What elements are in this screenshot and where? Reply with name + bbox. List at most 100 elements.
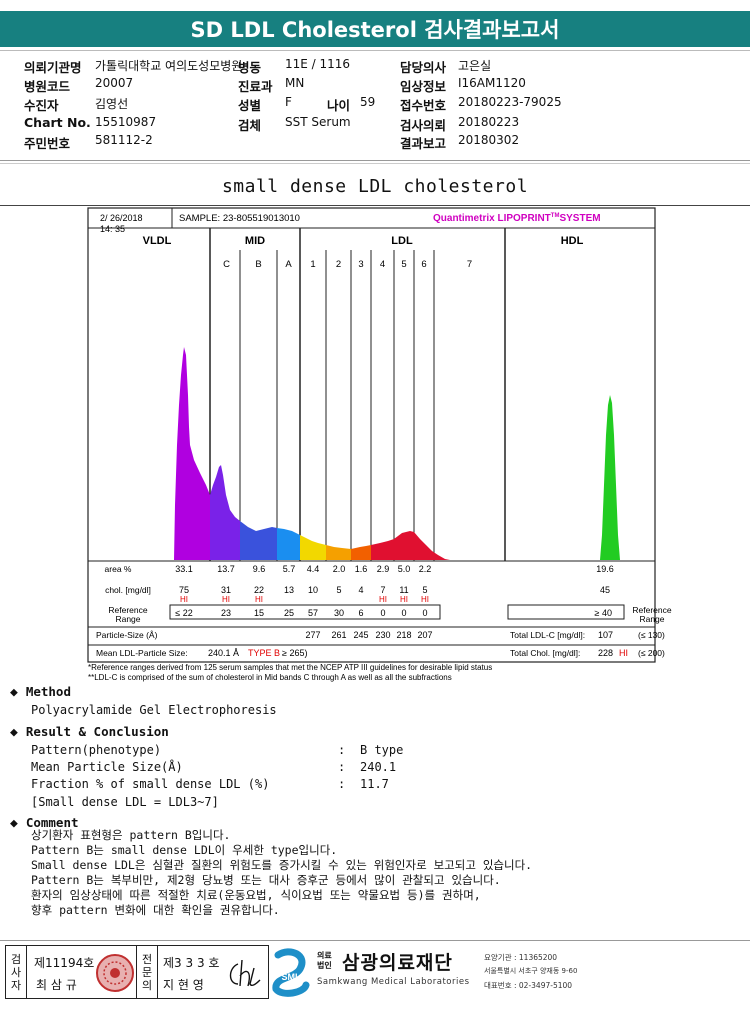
system-name: Quantimetrix LIPOPRINT xyxy=(433,213,551,224)
header-value: 15510987 xyxy=(95,115,157,129)
total-chol-value: 228 xyxy=(598,648,613,658)
report-title: SD LDL Cholesterol 검사결과보고서 xyxy=(0,11,750,47)
chol-value: 22 xyxy=(254,585,264,595)
specialist-name: 지 현 영 xyxy=(163,978,204,992)
hi-flag: HI xyxy=(222,595,230,604)
ref-value: 25 xyxy=(284,608,294,618)
mean-ref: ≥ 265) xyxy=(282,648,307,658)
org-info-1: 요양기관 : 11365200 xyxy=(484,953,558,962)
band-label: VLDL xyxy=(143,235,172,247)
method-heading-text: Method xyxy=(25,684,71,699)
particle-value: 230 xyxy=(375,630,390,640)
sub-band-label: 4 xyxy=(380,259,385,270)
ref-value: 57 xyxy=(308,608,318,618)
header-value: 김영선 xyxy=(95,97,129,111)
hi-flag: HI xyxy=(255,595,263,604)
specialist-license: 제3 3 3 호 xyxy=(163,956,220,970)
ref-value: 30 xyxy=(334,608,344,618)
method-text: Polyacrylamide Gel Electrophoresis xyxy=(31,703,277,717)
total-ldl-ref: (≤ 130) xyxy=(638,630,665,640)
ref-hdl-value: ≥ 40 xyxy=(595,608,612,618)
mean-value: 240.1 Å xyxy=(208,648,239,658)
row-label-chol: chol. [mg/dl] xyxy=(105,585,151,595)
sub-band-label: 1 xyxy=(310,259,315,270)
header-label: 검사의뢰 xyxy=(400,118,447,133)
report-subtitle: small dense LDL cholesterol xyxy=(221,176,529,197)
area-value: 4.4 xyxy=(307,564,320,574)
exam-label-char: 검 xyxy=(10,952,22,966)
result-label: Pattern(phenotype) xyxy=(31,743,162,757)
header-value: 59 xyxy=(360,95,376,109)
examiner-label: 검사자 xyxy=(6,946,27,998)
particle-label: Particle-Size (Å) xyxy=(96,630,158,640)
header-label: 검체 xyxy=(238,118,262,133)
total-chol-flag: HI xyxy=(619,648,628,658)
divider xyxy=(0,160,750,161)
seal-stamp xyxy=(96,954,134,992)
result-label: Mean Particle Size(Å) xyxy=(31,760,183,774)
particle-value: 277 xyxy=(305,630,320,640)
divider xyxy=(0,50,750,51)
area-value: 5.7 xyxy=(283,564,296,574)
area-value: 5.0 xyxy=(398,564,411,574)
result-note: [Small dense LDL = LDL3~7] xyxy=(31,795,219,809)
exam-label-char: 사 xyxy=(10,965,22,979)
row-label-area: area % xyxy=(105,564,132,574)
total-chol-ref: (≤ 200) xyxy=(638,648,665,658)
result-colon: : xyxy=(338,743,346,757)
band-label: HDL xyxy=(561,235,584,247)
header-label: Chart No. xyxy=(24,115,91,130)
band-label: LDL xyxy=(391,235,413,247)
header-value: 가톨릭대학교 여의도성모병원 xyxy=(95,59,243,73)
chol-value: 5 xyxy=(422,585,427,595)
sub-band-label: 6 xyxy=(421,259,426,270)
particle-value: 261 xyxy=(331,630,346,640)
area-value: 33.1 xyxy=(175,564,193,574)
sub-band-label: 3 xyxy=(358,259,363,270)
chart-sample: SAMPLE: 23-805519013010 xyxy=(179,213,300,224)
header-label: 주민번호 xyxy=(24,136,71,151)
lipoprint-chart: 2/ 26/201814: 35 SAMPLE: 23-805519013010 Q… xyxy=(87,207,672,682)
system-suffix: SYSTEM xyxy=(559,213,600,224)
comment-line: Small dense LDL은 심혈관 질환의 위험도를 증가시킬 수 있는 … xyxy=(31,858,533,872)
chol-value: 10 xyxy=(308,585,318,595)
header-value: 20180302 xyxy=(458,133,520,147)
org-name: 삼광의료재단 xyxy=(342,952,453,974)
spec-label-char: 문 xyxy=(141,965,153,979)
result-heading-text: Result & Conclusion xyxy=(25,724,169,739)
header-value: 20180223-79025 xyxy=(458,95,562,109)
chart-system-title: Quantimetrix LIPOPRINTTMSYSTEM xyxy=(433,213,601,224)
hi-flag: HI xyxy=(400,595,408,604)
ref-value: 6 xyxy=(358,608,363,618)
specialist-label: 전문의 xyxy=(136,946,158,998)
area-value: 1.6 xyxy=(355,564,368,574)
mean-type: TYPE B xyxy=(248,648,280,658)
org-block: SML 의료 법인 삼광의료재단 Samkwang Medical Laborat… xyxy=(270,945,745,1000)
header-value: 20007 xyxy=(95,76,134,90)
examiner-license: 제11194호 xyxy=(34,956,95,970)
examiner-name: 최 삼 규 xyxy=(36,978,77,992)
area-value: 2.9 xyxy=(377,564,390,574)
header-value: 581112-2 xyxy=(95,133,153,147)
result-label: Fraction % of small dense LDL (%) xyxy=(31,777,270,791)
band-label: MID xyxy=(245,235,265,247)
total-ldl-value: 107 xyxy=(598,630,613,640)
ref-value: ≤ 22 xyxy=(175,608,192,618)
chol-value: 11 xyxy=(399,585,408,595)
chart-time: 14: 35 xyxy=(100,224,125,234)
header-label: 의뢰기관명 xyxy=(24,60,82,75)
hi-flag: HI xyxy=(379,595,387,604)
area-value: 13.7 xyxy=(217,564,235,574)
area-value: 9.6 xyxy=(253,564,266,574)
header-label: 접수번호 xyxy=(400,98,447,113)
spec-label-char: 전 xyxy=(141,952,153,966)
comment-line: Pattern B는 복부비만, 제2형 당뇨병 또는 대사 증후군 등에서 많… xyxy=(31,873,501,887)
area-value: 2.0 xyxy=(333,564,346,574)
logo-text: SML xyxy=(282,972,302,982)
signature xyxy=(229,959,261,987)
header-value: F xyxy=(285,95,292,109)
sub-band-label: 7 xyxy=(467,259,472,270)
org-prefix-2: 법인 xyxy=(317,961,332,970)
ref-value: 23 xyxy=(221,608,231,618)
ref-value: 0 xyxy=(380,608,385,618)
